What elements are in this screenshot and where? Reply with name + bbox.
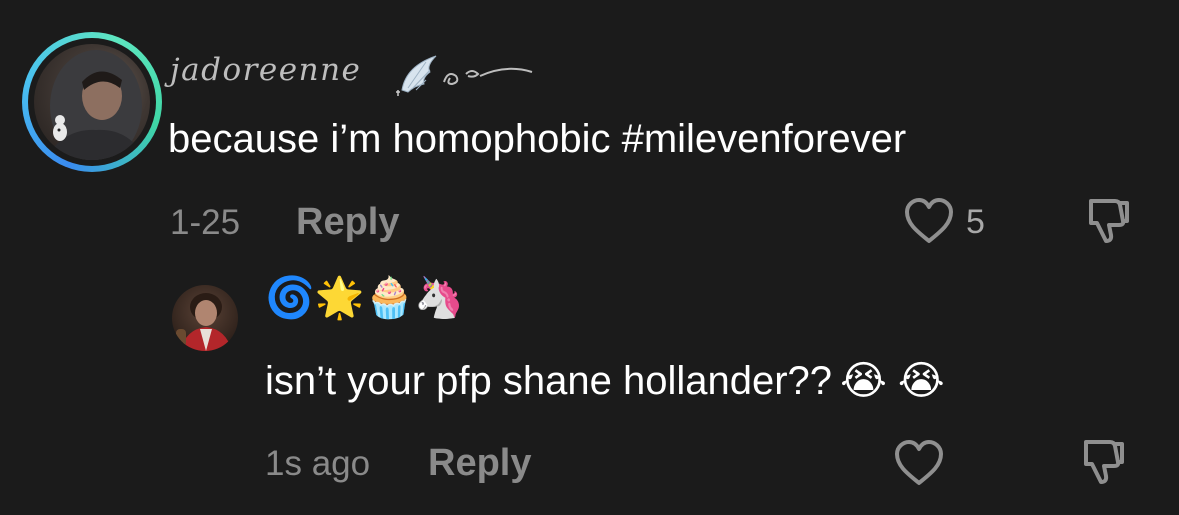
- comment-date: 1-25: [170, 203, 241, 242]
- comment-reply-button[interactable]: Reply: [296, 201, 399, 244]
- reply-text-body: isn’t your pfp shane hollander??: [265, 359, 833, 403]
- comment-avatar[interactable]: [22, 32, 162, 172]
- reply-text: isn’t your pfp shane hollander?? 😭 😭: [265, 358, 945, 404]
- avatar-photo: [34, 44, 150, 160]
- reply-avatar[interactable]: [172, 285, 238, 351]
- like-count: 5: [966, 203, 985, 241]
- comment-username[interactable]: jadoreenne: [170, 52, 361, 88]
- heart-icon[interactable]: [902, 196, 956, 246]
- reply-avatar-portrait-icon: [176, 293, 232, 351]
- reply-time: 1s ago: [265, 444, 371, 483]
- heart-icon[interactable]: [892, 438, 946, 488]
- reply-display-name[interactable]: 🌀🌟🧁🦄: [265, 278, 464, 318]
- dislike-icon[interactable]: [1078, 436, 1128, 488]
- avatar-portrait-icon: [44, 50, 146, 160]
- crying-face-emojis: 😭 😭: [840, 359, 945, 403]
- reply-reply-button[interactable]: Reply: [428, 442, 531, 485]
- wing-decoration-icon: [396, 55, 533, 96]
- comment-text: because i’m homophobic #milevenforever: [168, 117, 907, 161]
- dislike-icon[interactable]: [1083, 195, 1133, 247]
